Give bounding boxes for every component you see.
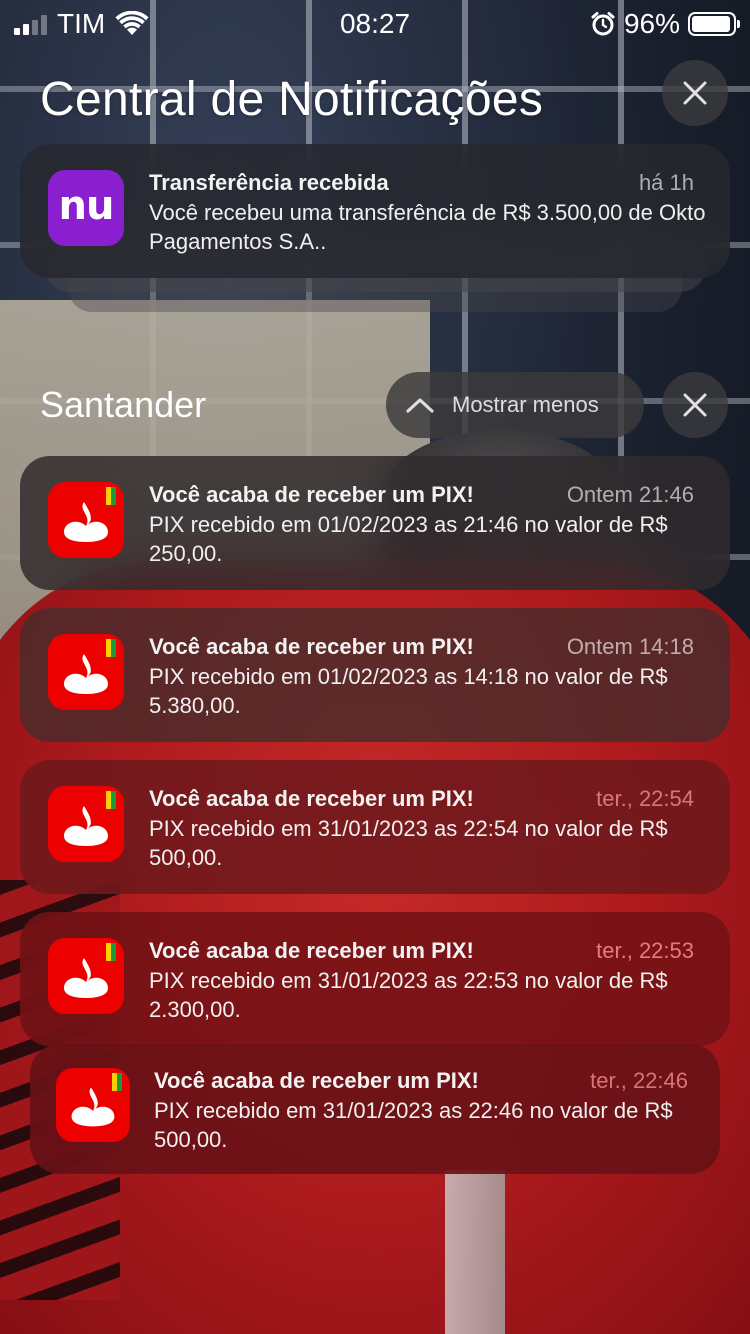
notification-body: PIX recebido em 31/01/2023 as 22:54 no v…: [149, 816, 668, 870]
battery-level: [692, 16, 731, 32]
nubank-app-icon: nu: [48, 170, 124, 246]
santander-app-icon: [48, 482, 124, 558]
status-right: 96%: [590, 8, 740, 40]
notification-time: ter., 22:46: [590, 1068, 688, 1093]
nubank-notification[interactable]: nu Transferência recebida há 1h Você rec…: [20, 144, 730, 278]
notification-title: Você acaba de receber um PIX!: [149, 938, 474, 963]
page-title: Central de Notificações: [40, 73, 544, 126]
notification-title: Transferência recebida: [149, 170, 389, 195]
clear-all-button[interactable]: [662, 60, 728, 126]
battery-icon: [688, 12, 740, 36]
santander-app-icon: [48, 786, 124, 862]
notification-body: Você recebeu uma transferência de R$ 3.5…: [149, 200, 706, 254]
close-icon: [683, 393, 707, 417]
santander-notification[interactable]: Você acaba de receber um PIX! Ontem 14:1…: [20, 608, 730, 742]
clear-group-button[interactable]: [662, 372, 728, 438]
notification-title: Você acaba de receber um PIX!: [154, 1068, 479, 1093]
santander-notification[interactable]: Você acaba de receber um PIX! ter., 22:5…: [20, 760, 730, 894]
show-less-button[interactable]: Mostrar menos: [386, 372, 644, 438]
notification-time: Ontem 21:46: [566, 482, 694, 507]
brazil-flag-badge: [106, 487, 116, 505]
notification-body: PIX recebido em 01/02/2023 as 14:18 no v…: [149, 664, 668, 718]
santander-app-icon: [56, 1068, 130, 1142]
close-icon: [683, 81, 707, 105]
notification-time: ter., 22:54: [596, 786, 694, 811]
notification-body: PIX recebido em 31/01/2023 as 22:46 no v…: [154, 1098, 673, 1152]
santander-notification[interactable]: Você acaba de receber um PIX! Ontem 21:4…: [20, 456, 730, 590]
notification-body: PIX recebido em 31/01/2023 as 22:53 no v…: [149, 968, 668, 1022]
santander-app-icon: [48, 634, 124, 710]
notification-time: Ontem 14:18: [566, 634, 694, 659]
group-title-santander: Santander: [40, 384, 207, 425]
chevron-up-icon: [406, 398, 434, 413]
show-less-label: Mostrar menos: [452, 392, 599, 417]
santander-app-icon: [48, 938, 124, 1014]
battery-percentage: 96%: [623, 8, 680, 39]
alarm-icon: [591, 12, 615, 36]
nubank-logo-text: nu: [58, 183, 115, 229]
brazil-flag-badge: [106, 943, 116, 961]
santander-notification[interactable]: Você acaba de receber um PIX! ter., 22:4…: [30, 1044, 720, 1174]
brazil-flag-badge: [106, 639, 116, 657]
brazil-flag-badge: [106, 791, 116, 809]
santander-notification[interactable]: Você acaba de receber um PIX! ter., 22:5…: [20, 912, 730, 1046]
brazil-flag-badge: [112, 1073, 122, 1091]
notification-time: há 1h: [638, 170, 694, 195]
status-bar: TIM 08:27 96%: [0, 0, 750, 48]
notification-title: Você acaba de receber um PIX!: [149, 634, 474, 659]
notification-title: Você acaba de receber um PIX!: [149, 482, 474, 507]
notification-title: Você acaba de receber um PIX!: [149, 786, 474, 811]
notification-body: PIX recebido em 01/02/2023 as 21:46 no v…: [149, 512, 668, 566]
notification-time: ter., 22:53: [596, 938, 694, 963]
